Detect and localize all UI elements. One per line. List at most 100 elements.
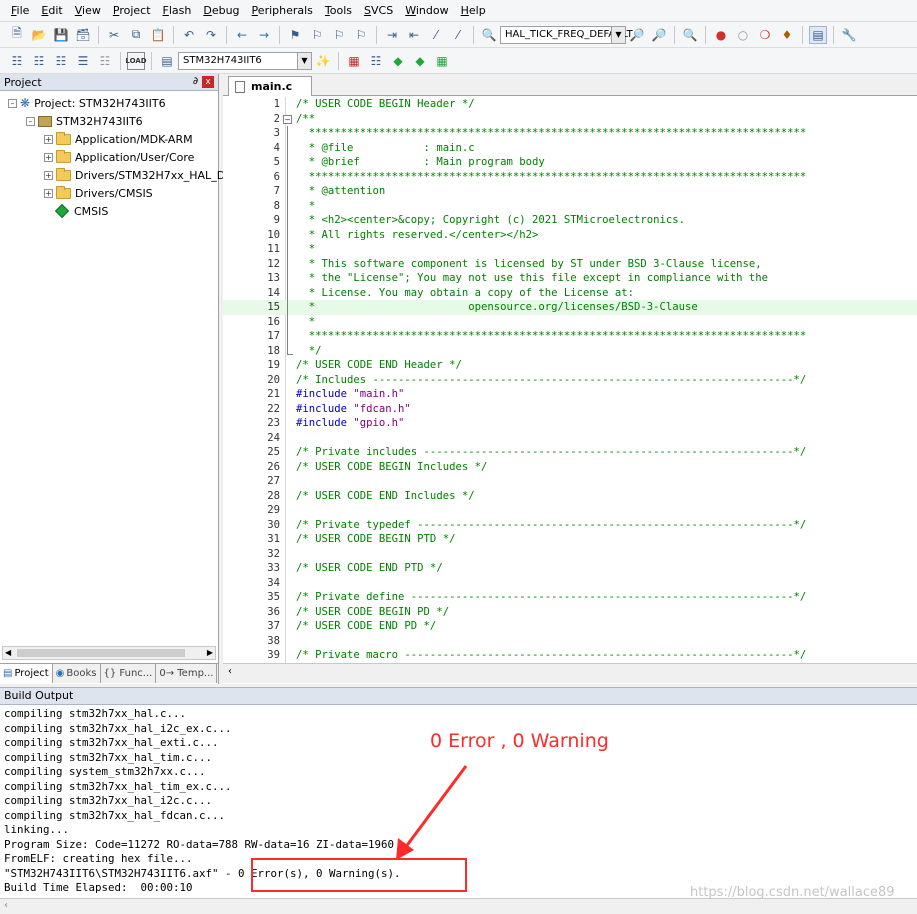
code-line[interactable]: 6 **************************************…	[223, 170, 917, 185]
code-line[interactable]: 4 * @file : main.c	[223, 141, 917, 156]
nav-forward-icon[interactable]: →	[255, 26, 273, 44]
editor-horizontal-scrollbar[interactable]: ‹	[223, 663, 917, 683]
code-line[interactable]: 9 * <h2><center>&copy; Copyright (c) 202…	[223, 213, 917, 228]
scroll-left-icon[interactable]: ‹	[228, 666, 232, 677]
expand-icon[interactable]: +	[44, 188, 53, 198]
nav-back-icon[interactable]: ←	[233, 26, 251, 44]
close-icon[interactable]: x	[202, 76, 214, 88]
redo-icon[interactable]: ↷	[202, 26, 220, 44]
collapse-icon[interactable]: –	[26, 116, 35, 126]
code-line[interactable]: 32	[223, 547, 917, 562]
tab-books[interactable]: ◉ Books	[53, 664, 101, 683]
fold-toggle-icon[interactable]: –	[283, 114, 292, 124]
menu-flash[interactable]: Flash	[157, 0, 198, 22]
stop-build-icon[interactable]: ☷	[96, 52, 114, 70]
clear-bookmarks-icon[interactable]: ⚐	[352, 26, 370, 44]
tab-functions[interactable]: {} Func...	[101, 664, 157, 683]
manage-rte-icon[interactable]: ◆	[389, 52, 407, 70]
options-for-target-icon[interactable]: ✨	[314, 52, 332, 70]
menu-help[interactable]: Help	[455, 0, 492, 22]
menu-project[interactable]: Project	[107, 0, 157, 22]
code-line[interactable]: 35 /* Private define --------------------…	[223, 590, 917, 605]
chevron-down-icon[interactable]: ▼	[611, 26, 625, 43]
code-line[interactable]: 24	[223, 431, 917, 446]
kill-breakpoints-icon[interactable]: ♦	[778, 26, 796, 44]
code-line[interactable]: 7 * @attention	[223, 184, 917, 199]
unindent-icon[interactable]: ⇤	[405, 26, 423, 44]
menu-peripherals[interactable]: Peripherals	[246, 0, 319, 22]
code-line[interactable]: 39 /* Private macro ---------------------…	[223, 648, 917, 663]
build-horizontal-scrollbar[interactable]: ‹	[0, 898, 917, 914]
code-line[interactable]: 14 * License. You may obtain a copy of t…	[223, 286, 917, 301]
code-line[interactable]: 34	[223, 576, 917, 591]
code-line[interactable]: 38	[223, 634, 917, 649]
code-line[interactable]: 20 /* Includes --------------------------…	[223, 373, 917, 388]
code-line[interactable]: 28 /* USER CODE END Includes */	[223, 489, 917, 504]
expand-icon[interactable]: +	[44, 134, 53, 144]
expand-icon[interactable]: +	[44, 170, 53, 180]
code-line[interactable]: 11 *	[223, 242, 917, 257]
tree-group[interactable]: + Application/User/Core	[44, 148, 194, 166]
code-line[interactable]: 25 /* Private includes ------------------…	[223, 445, 917, 460]
menu-tools[interactable]: Tools	[319, 0, 358, 22]
menu-edit[interactable]: Edit	[35, 0, 68, 22]
scroll-thumb[interactable]	[17, 649, 185, 657]
tree-target[interactable]: – STM32H743IIT6	[26, 112, 143, 130]
code-line[interactable]: 26 /* USER CODE BEGIN Includes */	[223, 460, 917, 475]
select-packs-icon[interactable]: ◆	[411, 52, 429, 70]
download-icon[interactable]: LOAD	[125, 51, 147, 70]
tree-component[interactable]: CMSIS	[54, 202, 108, 220]
code-line[interactable]: 8 *	[223, 199, 917, 214]
menu-file[interactable]: File	[5, 0, 35, 22]
uncomment-icon[interactable]: ⁄	[449, 26, 467, 44]
menu-debug[interactable]: Debug	[197, 0, 245, 22]
debug-session-icon[interactable]: 🔍	[681, 26, 699, 44]
code-line[interactable]: 15 * opensource.org/licenses/BSD-3-Claus…	[223, 300, 917, 315]
target-options-icon[interactable]: ▤	[158, 52, 176, 70]
save-icon[interactable]: 💾	[52, 26, 70, 44]
tree-group[interactable]: + Drivers/CMSIS	[44, 184, 153, 202]
code-line[interactable]: 33 /* USER CODE END PTD */	[223, 561, 917, 576]
expand-icon[interactable]: +	[44, 152, 53, 162]
menu-window[interactable]: Window	[399, 0, 454, 22]
target-combo[interactable]: STM32H743IIT6 ▼	[178, 51, 312, 70]
breakpoint-icon[interactable]: ●	[712, 26, 730, 44]
code-line[interactable]: 18 */	[223, 344, 917, 359]
prev-bookmark-icon[interactable]: ⚐	[308, 26, 326, 44]
tab-project[interactable]: ▤ Project	[0, 664, 53, 683]
code-line[interactable]: 2 /**	[223, 112, 917, 127]
code-line[interactable]: 10 * All rights reserved.</center></h2>	[223, 228, 917, 243]
next-bookmark-icon[interactable]: ⚐	[330, 26, 348, 44]
tree-group[interactable]: + Application/MDK-ARM	[44, 130, 193, 148]
menu-view[interactable]: View	[69, 0, 107, 22]
batch-build-icon[interactable]: ☰	[74, 52, 92, 70]
code-line[interactable]: 31 /* USER CODE BEGIN PTD */	[223, 532, 917, 547]
indent-icon[interactable]: ⇥	[383, 26, 401, 44]
code-line[interactable]: 17 *************************************…	[223, 329, 917, 344]
code-line[interactable]: 1 /* USER CODE BEGIN Header */	[223, 97, 917, 112]
tab-templates[interactable]: 0→ Temp...	[156, 664, 218, 683]
bookmark-icon[interactable]: ⚑	[286, 26, 304, 44]
file-extensions-icon[interactable]: ☷	[367, 52, 385, 70]
menu-svcs[interactable]: SVCS	[358, 0, 399, 22]
scroll-right-icon[interactable]: ▶	[207, 647, 213, 659]
code-line[interactable]: 13 * the "License"; You may not use this…	[223, 271, 917, 286]
pack-installer-icon[interactable]: ▦	[433, 52, 451, 70]
code-line[interactable]: 30 /* Private typedef -------------------…	[223, 518, 917, 533]
code-area[interactable]: 1/* USER CODE BEGIN Header */2/** 3 *****…	[223, 97, 917, 663]
code-line[interactable]: 19 /* USER CODE END Header */	[223, 358, 917, 373]
save-all-icon[interactable]: 🗃	[74, 26, 92, 44]
code-line[interactable]: 12 * This software component is licensed…	[223, 257, 917, 272]
code-line[interactable]: 22 #include "fdcan.h"	[223, 402, 917, 417]
disable-breakpoint-icon[interactable]: ○	[734, 26, 752, 44]
paste-icon[interactable]: 📋	[149, 26, 167, 44]
scroll-left-icon[interactable]: ‹	[4, 900, 8, 911]
copy-icon[interactable]: ⧉	[127, 26, 145, 44]
code-line[interactable]: 5 * @brief : Main program body	[223, 155, 917, 170]
code-line[interactable]: 36 /* USER CODE BEGIN PD */	[223, 605, 917, 620]
translate-icon[interactable]: ☷	[8, 52, 26, 70]
undo-icon[interactable]: ↶	[180, 26, 198, 44]
clear-breakpoints-icon[interactable]: ❍	[756, 26, 774, 44]
code-line[interactable]: 23 #include "gpio.h"	[223, 416, 917, 431]
code-line[interactable]: 27	[223, 474, 917, 489]
